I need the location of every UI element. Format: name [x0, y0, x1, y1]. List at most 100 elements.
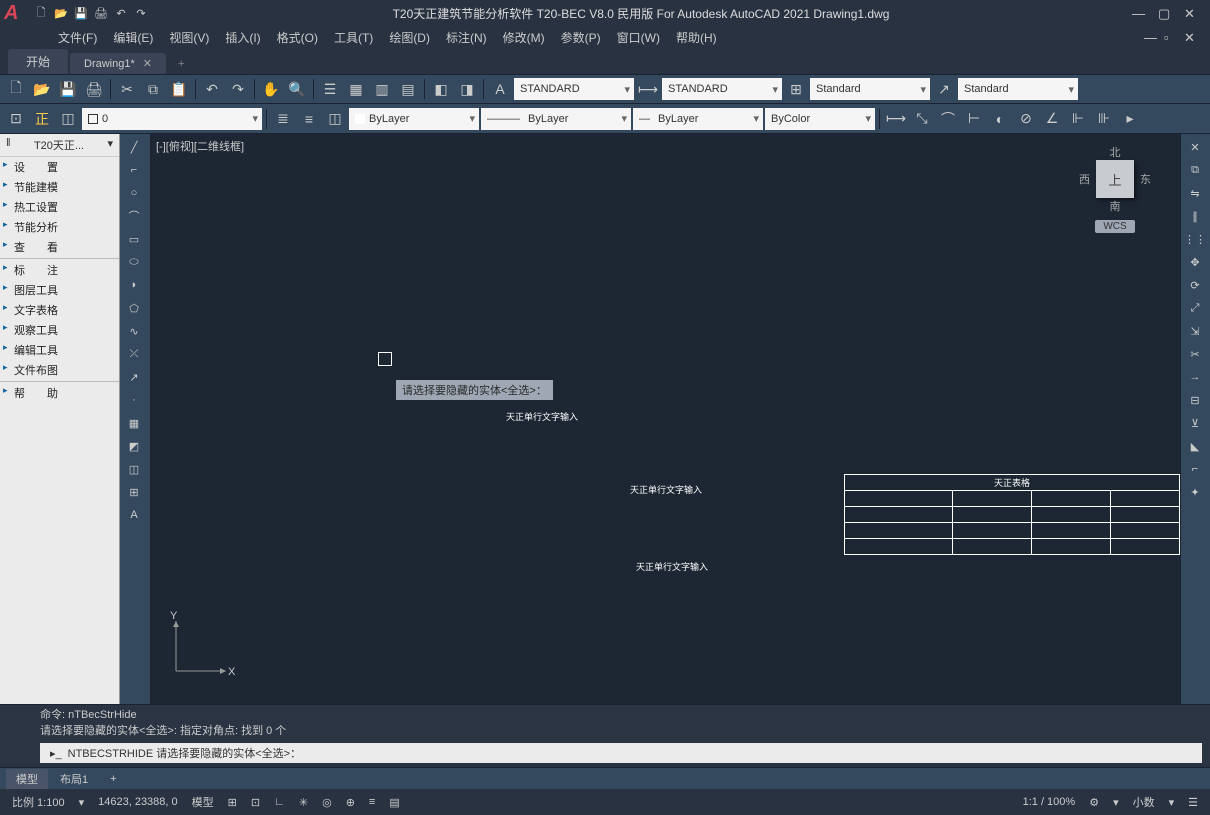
erase-button[interactable]: ✕: [1181, 136, 1209, 158]
close-tab-icon[interactable]: ✕: [143, 57, 152, 70]
ortho-toggle[interactable]: ∟: [270, 794, 289, 810]
add-tab-button[interactable]: +: [168, 54, 194, 74]
dim-style-dropdown[interactable]: STANDARD: [662, 78, 782, 100]
menu-修改M[interactable]: 修改(M): [497, 27, 551, 48]
spline-button[interactable]: ∿: [120, 320, 148, 342]
sidebar-item[interactable]: 热工设置: [0, 197, 119, 217]
tool-b1[interactable]: ▦: [344, 77, 368, 101]
viewcube-s[interactable]: 南: [1110, 198, 1121, 214]
layer-b3[interactable]: ◫: [323, 107, 347, 131]
table-style-dropdown[interactable]: Standard: [810, 78, 930, 100]
scale-status[interactable]: 比例 1:100: [8, 792, 69, 812]
sidebar-item[interactable]: 文件布图: [0, 360, 119, 380]
minimize-button[interactable]: —: [1132, 6, 1146, 20]
xline-button[interactable]: ⤫: [120, 343, 148, 365]
menu-窗口W[interactable]: 窗口(W): [611, 27, 666, 48]
extend-button[interactable]: →: [1181, 366, 1209, 388]
mleader-style-dropdown[interactable]: Standard: [958, 78, 1078, 100]
layer-dropdown[interactable]: 0: [82, 108, 262, 130]
dim-ang-button[interactable]: ∠: [1040, 107, 1064, 131]
coords-status[interactable]: 14623, 23388, 0: [94, 794, 182, 810]
menu-编辑E[interactable]: 编辑(E): [107, 27, 159, 48]
tool-b2[interactable]: ▥: [370, 77, 394, 101]
tool-b3[interactable]: ▤: [396, 77, 420, 101]
sidebar-item[interactable]: 图层工具: [0, 280, 119, 300]
dim-linear-button[interactable]: ⟼: [884, 107, 908, 131]
circle-button[interactable]: ○: [120, 182, 148, 204]
explode-button[interactable]: ✦: [1181, 481, 1209, 503]
point-button[interactable]: ·: [120, 389, 148, 411]
layer-b2[interactable]: ≡: [297, 107, 321, 131]
ray-button[interactable]: ↗: [120, 366, 148, 388]
rotate-button[interactable]: ⟳: [1181, 274, 1209, 296]
customize-status[interactable]: ☰: [1184, 794, 1202, 811]
mdi-close-button[interactable]: ✕: [1184, 30, 1198, 44]
tz-b2[interactable]: ◫: [56, 107, 80, 131]
move-button[interactable]: ✥: [1181, 251, 1209, 273]
sidebar-item[interactable]: 文字表格: [0, 300, 119, 320]
mdi-restore-button[interactable]: ▫: [1164, 30, 1178, 44]
rect-button[interactable]: ▭: [120, 228, 148, 250]
polar-toggle[interactable]: ✳: [295, 794, 312, 811]
mleader-style-icon[interactable]: ↗: [932, 77, 956, 101]
grad-button[interactable]: ◩: [120, 435, 148, 457]
file-tab[interactable]: Drawing1* ✕: [70, 53, 166, 74]
qat-print-icon[interactable]: 🖨: [92, 4, 110, 22]
maximize-button[interactable]: ▢: [1158, 6, 1172, 20]
close-button[interactable]: ✕: [1184, 6, 1198, 20]
viewcube-n[interactable]: 北: [1110, 144, 1121, 160]
dim-more-button[interactable]: ▸: [1118, 107, 1142, 131]
trim-button[interactable]: ✂: [1181, 343, 1209, 365]
tool-b4[interactable]: ◧: [429, 77, 453, 101]
snap-toggle[interactable]: ⊡: [247, 794, 264, 811]
qp-toggle[interactable]: ▤: [385, 794, 403, 811]
open-button[interactable]: 📂: [30, 77, 54, 101]
viewcube-w[interactable]: 西: [1079, 171, 1090, 187]
undo-button[interactable]: ↶: [200, 77, 224, 101]
menu-插入I[interactable]: 插入(I): [219, 27, 266, 48]
text-style-icon[interactable]: A: [488, 77, 512, 101]
linetype-dropdown[interactable]: ———ByLayer: [481, 108, 631, 130]
chamfer-button[interactable]: ◣: [1181, 435, 1209, 457]
ellipse-button[interactable]: ⬭: [120, 251, 148, 273]
sidebar-item[interactable]: 查 看: [0, 237, 119, 257]
model-tab[interactable]: 模型: [6, 769, 48, 789]
wcs-badge[interactable]: WCS: [1095, 220, 1134, 233]
save-button[interactable]: 💾: [56, 77, 80, 101]
menu-绘图D[interactable]: 绘图(D): [383, 27, 436, 48]
region-button[interactable]: ◫: [120, 458, 148, 480]
qat-new-icon[interactable]: 🗋: [32, 4, 50, 22]
menu-工具T[interactable]: 工具(T): [328, 27, 379, 48]
fillet-button[interactable]: ⌐: [1181, 458, 1209, 480]
new-button[interactable]: 🗋: [4, 77, 28, 101]
viewcube-top[interactable]: 上: [1096, 160, 1134, 198]
viewcube-e[interactable]: 东: [1140, 171, 1151, 187]
props-button[interactable]: ☰: [318, 77, 342, 101]
model-status[interactable]: 模型: [188, 792, 218, 812]
unit-status[interactable]: 小数: [1129, 792, 1159, 812]
menu-标注N[interactable]: 标注(N): [440, 27, 493, 48]
arc-button[interactable]: ⌒: [120, 205, 148, 227]
copy-obj-button[interactable]: ⧉: [1181, 159, 1209, 181]
start-tab[interactable]: 开始: [8, 49, 68, 74]
redo-button[interactable]: ↷: [226, 77, 250, 101]
ucs-button[interactable]: ⊡: [4, 107, 28, 131]
layer-props-button[interactable]: ≣: [271, 107, 295, 131]
dim-aligned-button[interactable]: ⤡: [910, 107, 934, 131]
sidebar-item[interactable]: 编辑工具: [0, 340, 119, 360]
mtext-button[interactable]: A: [120, 504, 148, 526]
break-button[interactable]: ⊟: [1181, 389, 1209, 411]
sidebar-item[interactable]: 节能分析: [0, 217, 119, 237]
tool-b5[interactable]: ◨: [455, 77, 479, 101]
pan-button[interactable]: ✋: [259, 77, 283, 101]
qat-open-icon[interactable]: 📂: [52, 4, 70, 22]
table-button[interactable]: ⊞: [120, 481, 148, 503]
dim-base-button[interactable]: ⊩: [1066, 107, 1090, 131]
menu-帮助H[interactable]: 帮助(H): [670, 27, 723, 48]
text-style-dropdown[interactable]: STANDARD: [514, 78, 634, 100]
command-input[interactable]: ▸_ NTBECSTRHIDE 请选择要隐藏的实体<全选>：: [40, 743, 1202, 763]
print-button[interactable]: 🖨: [82, 77, 106, 101]
lwt-toggle[interactable]: ≡: [365, 794, 379, 810]
sidebar-item[interactable]: 帮 助: [0, 383, 119, 403]
cut-button[interactable]: ✂: [115, 77, 139, 101]
